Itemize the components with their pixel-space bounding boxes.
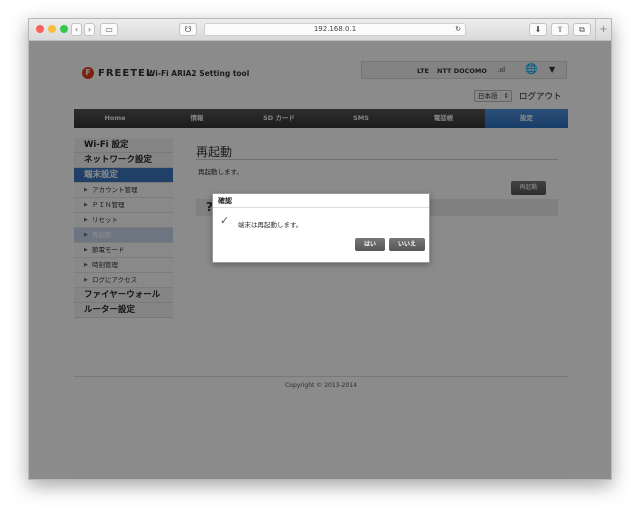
zoom-window-icon[interactable] [60,25,68,33]
shield-icon[interactable]: ☋ [179,23,197,36]
dialog-message: 端末は再起動します。 [238,221,303,229]
chevron-right-icon[interactable]: › [84,23,95,36]
download-icon[interactable]: ⬇ [529,23,547,36]
sidebar-toggle-icon[interactable]: ▭ [100,23,118,36]
share-icon[interactable]: ⇪ [551,23,569,36]
browser-window: ‹ › ▭ ☋ 192.168.0.1 ↻ ⬇ ⇪ ⧉ + F FREETEL … [28,18,612,480]
new-tab-button[interactable]: + [595,19,611,41]
no-button[interactable]: いいえ [389,238,425,251]
close-window-icon[interactable] [36,25,44,33]
checkmark-icon: ✓ [220,214,230,227]
address-bar[interactable]: 192.168.0.1 ↻ [204,23,466,36]
dialog-title: 確認 [213,194,429,208]
yes-button[interactable]: はい [355,238,385,251]
tabs-icon[interactable]: ⧉ [573,23,591,36]
confirm-dialog: 確認 ✓ 端末は再起動します。 はい いいえ [212,193,430,263]
browser-content: F FREETEL Wi-Fi ARIA2 Setting tool LTE N… [29,41,611,479]
browser-titlebar: ‹ › ▭ ☋ 192.168.0.1 ↻ ⬇ ⇪ ⧉ + [29,19,611,41]
minimize-window-icon[interactable] [48,25,56,33]
reload-icon[interactable]: ↻ [455,24,461,35]
url-text: 192.168.0.1 [313,25,357,33]
chevron-left-icon[interactable]: ‹ [71,23,82,36]
